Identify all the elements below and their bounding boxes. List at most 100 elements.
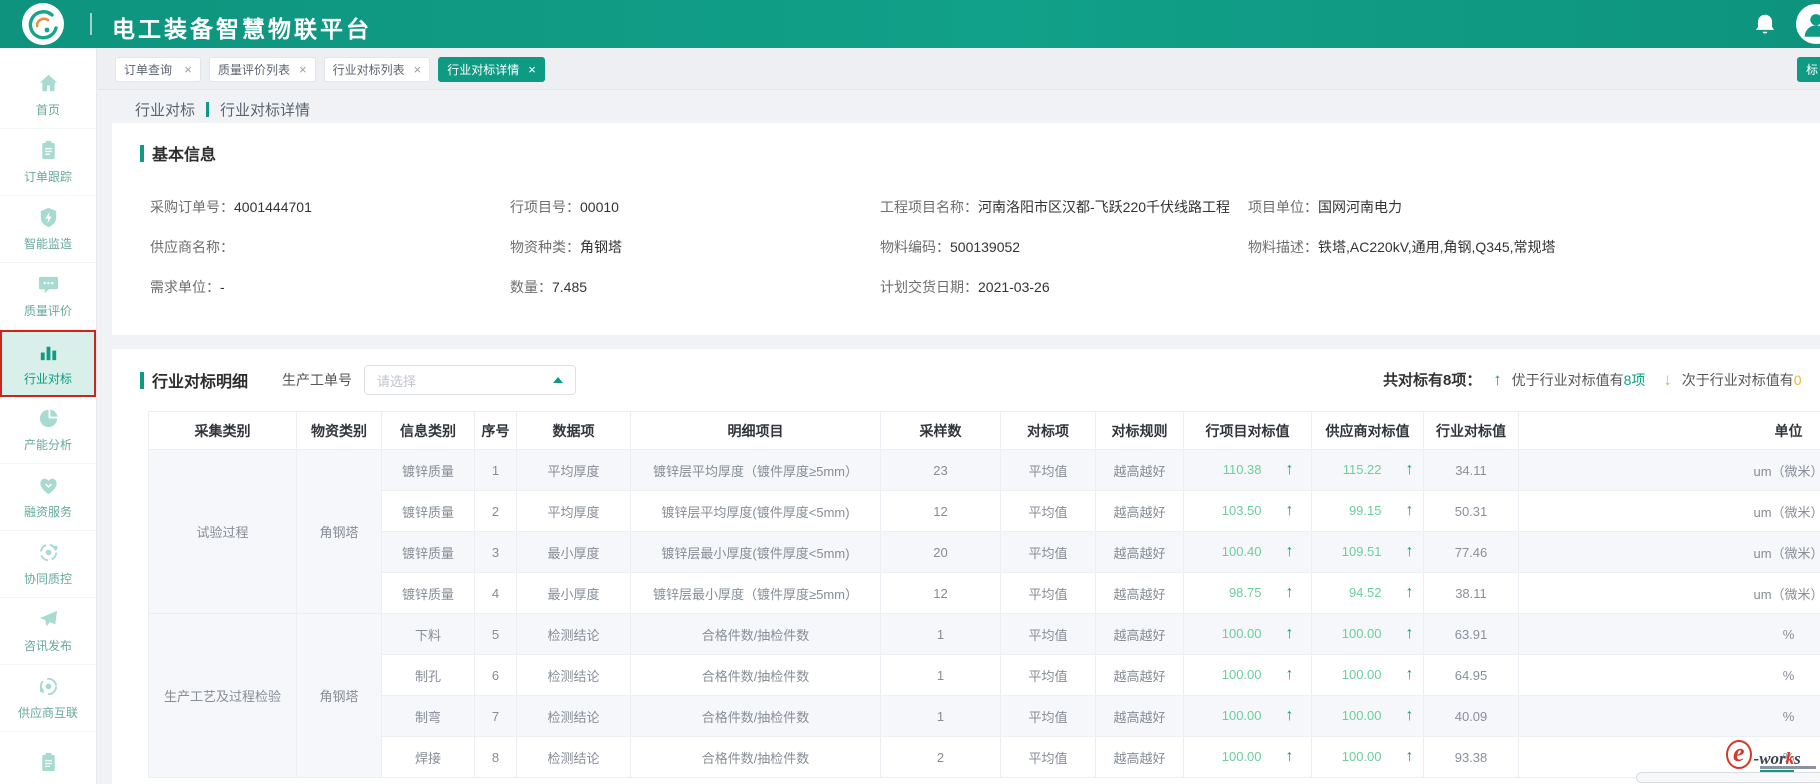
tab-order-query[interactable]: 订单查询 × xyxy=(115,57,201,82)
field-material-description: 物料描述：铁塔,AC220kV,通用,角钢,Q345,常规塔 xyxy=(1248,239,1556,255)
basic-info-title: 基本信息 xyxy=(152,147,217,164)
breadcrumb-parent[interactable]: 行业对标 xyxy=(135,99,195,120)
summary-better-count: 8项 xyxy=(1623,372,1646,388)
sidebar-item-industry-benchmark[interactable]: 行业对标 xyxy=(0,330,96,397)
work-order-label: 生产工单号 xyxy=(282,372,353,388)
tab-close-icon[interactable]: × xyxy=(299,63,307,76)
benchmark-detail-card: 行业对标明细 生产工单号 请选择 共对标有8项： ↑ 优于行业对标值有8项 ↓ … xyxy=(112,349,1820,784)
group-category: 生产工艺及过程检验 xyxy=(148,613,297,778)
up-arrow-icon: ↑ xyxy=(1285,502,1294,519)
sidebar-item-quality-evaluation[interactable]: 质量评价 xyxy=(0,263,96,330)
chat-bubble-icon xyxy=(38,276,58,294)
table-row: 镀锌质量 4 最小厚度 镀锌层最小厚度（镀件厚度≥5mm） 12 平均值 越高越好 9… xyxy=(149,572,1820,614)
bar-chart-icon xyxy=(40,346,56,360)
sidebar-item-label: 咨讯发布 xyxy=(23,639,72,653)
sidebar-item-news-publishing[interactable]: 咨讯发布 xyxy=(0,598,96,665)
field-project-unit: 项目单位：国网河南电力 xyxy=(1248,199,1402,215)
breadcrumb-separator xyxy=(206,102,210,117)
horizontal-scrollbar[interactable] xyxy=(1636,772,1820,783)
app-title: 电工装备智慧物联平台 xyxy=(112,16,372,42)
up-arrow-icon: ↑ xyxy=(1285,707,1294,724)
table-row: 制孔 6 检测结论 合格件数/抽检件数 1 平均值 越高越好 100.00 ↑ 100.… xyxy=(149,654,1820,696)
main-content: 订单查询 × 质量评价列表 × 行业对标列表 × 行业对标详情 × 标 行业对标… xyxy=(97,48,1820,784)
sidebar-item-partial[interactable] xyxy=(0,732,96,784)
select-placeholder: 请选择 xyxy=(377,373,417,389)
group-material: 角钢塔 xyxy=(296,449,382,614)
basic-info-grid: 采购订单号：4001444701 行项目号：00010 工程项目名称：河南洛阳市… xyxy=(140,187,1820,307)
table-row: 镀锌质量 3 最小厚度 镀锌层最小厚度(镀件厚度<5mm) 20 平均值 越高越好 1… xyxy=(149,531,1820,573)
basic-info-card: 基本信息 采购订单号：4001444701 行项目号：00010 工程项目名称：… xyxy=(112,123,1820,335)
tab-partial-clipped[interactable]: 标 xyxy=(1797,57,1820,82)
benchmark-table: 采集类别 物资类别 信息类别 序号 数据项 明细项目 采样数 对标项 对标规则 行项目对标… xyxy=(148,411,1820,778)
up-arrow-icon: ↑ xyxy=(1405,461,1414,478)
orbit-icon xyxy=(39,543,58,562)
group-material: 角钢塔 xyxy=(296,613,382,778)
heart-icon xyxy=(39,478,57,495)
up-arrow-icon: ↑ xyxy=(1405,543,1414,560)
table-row: 焊接 8 检测结论 合格件数/抽检件数 2 平均值 越高越好 100.00 ↑ 100.… xyxy=(149,736,1820,778)
tab-close-icon[interactable]: × xyxy=(184,63,192,76)
user-avatar[interactable] xyxy=(1796,4,1820,44)
home-icon xyxy=(39,74,57,92)
clipboard-icon xyxy=(41,752,55,771)
sidebar-item-label: 行业对标 xyxy=(23,371,72,386)
sidebar-item-label: 融资服务 xyxy=(23,505,72,519)
field-quantity: 数量：7.485 xyxy=(510,279,588,295)
tab-close-icon[interactable]: × xyxy=(414,63,422,76)
sidebar-item-order-tracking[interactable]: 订单跟踪 xyxy=(0,129,96,196)
breadcrumb: 行业对标 行业对标详情 xyxy=(135,99,310,120)
up-arrow-icon: ↑ xyxy=(1285,461,1294,478)
up-arrow-icon: ↑ xyxy=(1285,625,1294,642)
sidebar-item-label: 产能分析 xyxy=(23,438,72,452)
tab-bar: 订单查询 × 质量评价列表 × 行业对标列表 × 行业对标详情 × 标 xyxy=(97,48,1820,90)
down-arrow-icon: ↓ xyxy=(1663,370,1672,389)
summary-better-text: 优于行业对标值有 xyxy=(1511,372,1624,388)
sidebar-item-home[interactable]: 首页 xyxy=(0,62,96,129)
up-arrow-icon: ↑ xyxy=(1405,707,1414,724)
sidebar-item-label: 首页 xyxy=(35,103,60,117)
sidebar-nav: 首页 订单跟踪 智能监造 质量评价 行业对标 产能分析 融资服务 协同质控 咨讯… xyxy=(0,48,97,784)
tab-industry-benchmark-detail[interactable]: 行业对标详情 × xyxy=(438,57,545,82)
header-divider xyxy=(90,13,92,35)
notification-bell-icon[interactable] xyxy=(1752,12,1778,38)
sidebar-item-label: 质量评价 xyxy=(23,304,72,318)
work-order-select[interactable]: 请选择 xyxy=(364,365,577,395)
summary-worse-count: 0 xyxy=(1793,372,1802,388)
eworks-watermark: e -works xyxy=(1726,740,1816,772)
table-row: 镀锌质量 2 平均厚度 镀锌层平均厚度(镀件厚度<5mm) 12 平均值 越高越好 1… xyxy=(149,490,1820,532)
tab-close-icon[interactable]: × xyxy=(528,63,536,76)
table-row: 制弯 7 检测结论 合格件数/抽检件数 1 平均值 越高越好 100.00 ↑ 100.… xyxy=(149,695,1820,737)
sidebar-item-supplier-interconnect[interactable]: 供应商互联 xyxy=(0,665,96,732)
sidebar-item-collaborative-qc[interactable]: 协同质控 xyxy=(0,531,96,598)
summary-worse-text: 次于行业对标值有 xyxy=(1681,372,1794,388)
up-arrow-icon: ↑ xyxy=(1405,502,1414,519)
sidebar-item-capacity-analysis[interactable]: 产能分析 xyxy=(0,397,96,464)
section-accent-bar xyxy=(140,371,144,389)
tab-quality-evaluation-list[interactable]: 质量评价列表 × xyxy=(209,57,316,82)
sidebar-item-label: 供应商互联 xyxy=(17,706,78,720)
orbit-target-icon xyxy=(39,677,57,696)
company-logo xyxy=(22,3,64,45)
sidebar-item-label: 智能监造 xyxy=(23,237,72,251)
up-arrow-icon: ↑ xyxy=(1285,543,1294,560)
up-arrow-icon: ↑ xyxy=(1285,584,1294,601)
up-arrow-icon: ↑ xyxy=(1493,370,1502,389)
table-row: 生产工艺及过程检验 角钢塔 下料 5 检测结论 合格件数/抽检件数 1 平均值 越高越… xyxy=(148,613,1820,778)
tab-industry-benchmark-list[interactable]: 行业对标列表 × xyxy=(323,57,431,82)
up-arrow-icon: ↑ xyxy=(1405,748,1414,765)
summary-total: 共对标有8项： xyxy=(1383,372,1482,389)
field-purchase-order-no: 采购订单号：4001444701 xyxy=(150,199,312,215)
benchmark-summary: 共对标有8项： ↑ 优于行业对标值有8项 ↓ 次于行业对标值有0 xyxy=(1383,369,1802,390)
app-window: 电工装备智慧物联平台 首页 订单跟踪 智能监造 质量评价 行业对标 产能分析 融… xyxy=(0,0,1820,784)
sidebar-item-financing-services[interactable]: 融资服务 xyxy=(0,464,96,531)
logo-swirl-icon xyxy=(27,8,59,40)
section-accent-bar xyxy=(140,144,144,162)
sidebar-item-smart-supervision[interactable]: 智能监造 xyxy=(0,196,96,263)
up-arrow-icon: ↑ xyxy=(1405,584,1414,601)
up-arrow-icon: ↑ xyxy=(1405,666,1414,683)
sidebar-item-label: 协同质控 xyxy=(23,572,72,586)
field-material-type: 物资种类：角钢塔 xyxy=(510,239,622,255)
field-supplier-name: 供应商名称： xyxy=(150,239,234,255)
benchmark-detail-title: 行业对标明细 xyxy=(152,374,249,391)
group-category: 试验过程 xyxy=(148,449,297,614)
